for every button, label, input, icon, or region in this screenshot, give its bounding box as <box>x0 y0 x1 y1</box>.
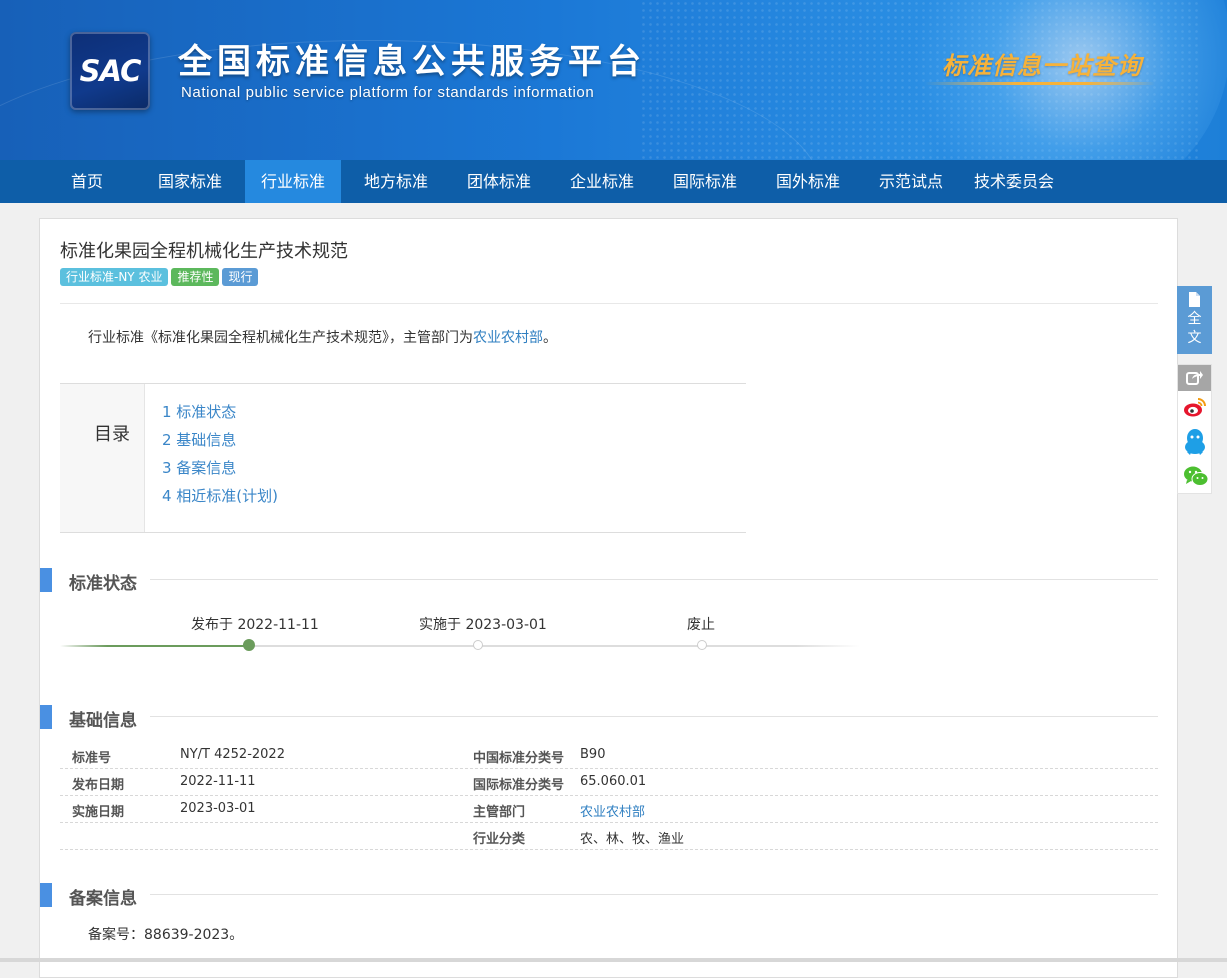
dept-link[interactable]: 农业农村部 <box>580 805 645 820</box>
toc-item-status[interactable]: 1 标准状态 <box>162 401 278 429</box>
table-row: 标准号 NY/T 4252-2022 中国标准分类号 B90 <box>60 742 1158 769</box>
toc-label-box: 目录 <box>60 384 145 532</box>
section-divider <box>150 894 1158 895</box>
ccs-label: 中国标准分类号 <box>473 751 565 766</box>
tag-current-status: 现行 <box>222 268 259 286</box>
ics-label: 国际标准分类号 <box>473 778 565 793</box>
toc-item-basic-info[interactable]: 2 基础信息 <box>162 429 278 457</box>
tag-recommended: 推荐性 <box>171 268 220 286</box>
std-no-value: NY/T 4252-2022 <box>180 747 285 762</box>
fulltext-label: 全 文 <box>1177 310 1212 348</box>
weibo-icon[interactable] <box>1183 396 1207 418</box>
standard-title: 标准化果园全程机械化生产技术规范 <box>60 241 348 262</box>
section-status-title: 标准状态 <box>69 574 137 594</box>
main-nav: 首页 国家标准 行业标准 地方标准 团体标准 企业标准 国际标准 国外标准 示范… <box>0 160 1227 203</box>
section-divider <box>150 716 1158 717</box>
slogan-underline <box>925 82 1155 85</box>
nav-item-local[interactable]: 地方标准 <box>351 160 441 203</box>
qq-icon[interactable] <box>1183 428 1207 456</box>
standard-detail-card: 标准化果园全程机械化生产技术规范 行业标准-NY 农业 推荐性 现行 行业标准《标准… <box>39 218 1178 978</box>
fulltext-button[interactable]: 全 文 <box>1177 286 1212 354</box>
toc-item-similar-standards[interactable]: 4 相近标准(计划) <box>162 485 278 513</box>
section-record-title: 备案信息 <box>69 889 137 909</box>
pub-date-label: 发布日期 <box>72 778 125 793</box>
pub-date-value: 2022-11-11 <box>180 774 256 789</box>
summary-suffix: 。 <box>543 330 557 346</box>
nav-item-foreign[interactable]: 国外标准 <box>763 160 853 203</box>
nav-item-committee[interactable]: 技术委员会 <box>966 160 1062 203</box>
table-row: 发布日期 2022-11-11 国际标准分类号 65.060.01 <box>60 769 1158 796</box>
industry-value: 农、林、牧、渔业 <box>580 832 685 847</box>
timeline-abolished-label: 废止 <box>687 617 715 633</box>
nav-item-pilot[interactable]: 示范试点 <box>866 160 956 203</box>
nav-item-industry[interactable]: 行业标准 <box>245 160 341 203</box>
section-basic-title: 基础信息 <box>69 711 137 731</box>
timeline-published-label: 发布于 2022-11-11 <box>191 617 319 633</box>
timeline-implemented-label: 实施于 2023-03-01 <box>419 617 547 633</box>
window-bottom-edge <box>0 958 1227 962</box>
std-no-label: 标准号 <box>72 751 112 766</box>
fulltext-label-line1: 全 <box>1187 311 1202 327</box>
section-record-header: 备案信息 <box>40 883 1179 909</box>
section-basic-header: 基础信息 <box>40 705 1179 731</box>
share-panel <box>1177 364 1212 494</box>
nav-item-international[interactable]: 国际标准 <box>660 160 750 203</box>
title-divider <box>60 303 1158 304</box>
site-subtitle: National public service platform for sta… <box>181 84 595 101</box>
basic-info-table: 标准号 NY/T 4252-2022 中国标准分类号 B90 发布日期 2022… <box>60 742 1158 850</box>
toc-label: 目录 <box>94 424 130 445</box>
toc-list: 1 标准状态 2 基础信息 3 备案信息 4 相近标准(计划) <box>162 401 278 513</box>
record-number: 备案号：88639-2023。 <box>88 927 244 943</box>
summary-dept-link[interactable]: 农业农村部 <box>473 330 543 346</box>
status-timeline: 发布于 2022-11-11 实施于 2023-03-01 废止 <box>60 614 860 664</box>
nav-item-home[interactable]: 首页 <box>52 160 122 203</box>
wechat-icon[interactable] <box>1183 465 1209 487</box>
nav-item-national[interactable]: 国家标准 <box>145 160 235 203</box>
timeline-dot-implemented <box>473 640 483 650</box>
standard-tags: 行业标准-NY 农业 推荐性 现行 <box>60 268 261 286</box>
site-slogan: 标准信息一站查询 <box>942 51 1142 80</box>
standard-summary: 行业标准《标准化果园全程机械化生产技术规范》，主管部门为农业农村部。 <box>88 327 557 347</box>
impl-date-label: 实施日期 <box>72 805 125 820</box>
dept-label: 主管部门 <box>473 805 526 820</box>
document-icon <box>1189 292 1200 307</box>
site-banner: SAC 全国标准信息公共服务平台 National public service… <box>0 0 1227 160</box>
section-divider <box>150 579 1158 580</box>
section-marker <box>40 705 52 729</box>
toc-item-record-info[interactable]: 3 备案信息 <box>162 457 278 485</box>
timeline-dot-published <box>243 639 255 651</box>
table-row: 实施日期 2023-03-01 主管部门 农业农村部 <box>60 796 1158 823</box>
ics-value: 65.060.01 <box>580 774 647 789</box>
sac-logo[interactable]: SAC <box>70 32 150 110</box>
industry-label: 行业分类 <box>473 832 526 847</box>
site-title[interactable]: 全国标准信息公共服务平台 <box>178 34 646 83</box>
nav-item-group[interactable]: 团体标准 <box>454 160 544 203</box>
nav-item-enterprise[interactable]: 企业标准 <box>557 160 647 203</box>
tag-industry-category: 行业标准-NY 农业 <box>60 268 169 286</box>
timeline-progress <box>60 645 250 647</box>
timeline-dot-abolished <box>697 640 707 650</box>
section-status-header: 标准状态 <box>40 568 1179 594</box>
summary-prefix: 行业标准《标准化果园全程机械化生产技术规范》，主管部门为 <box>88 330 473 346</box>
table-of-contents: 目录 1 标准状态 2 基础信息 3 备案信息 4 相近标准(计划) <box>60 383 746 533</box>
impl-date-value: 2023-03-01 <box>180 801 256 816</box>
ccs-value: B90 <box>580 747 606 762</box>
section-marker <box>40 568 52 592</box>
fulltext-label-line2: 文 <box>1187 330 1202 346</box>
share-icon[interactable] <box>1178 365 1211 391</box>
dept-value: 农业农村部 <box>580 801 645 820</box>
table-row: 行业分类 农、林、牧、渔业 <box>60 823 1158 850</box>
section-marker <box>40 883 52 907</box>
